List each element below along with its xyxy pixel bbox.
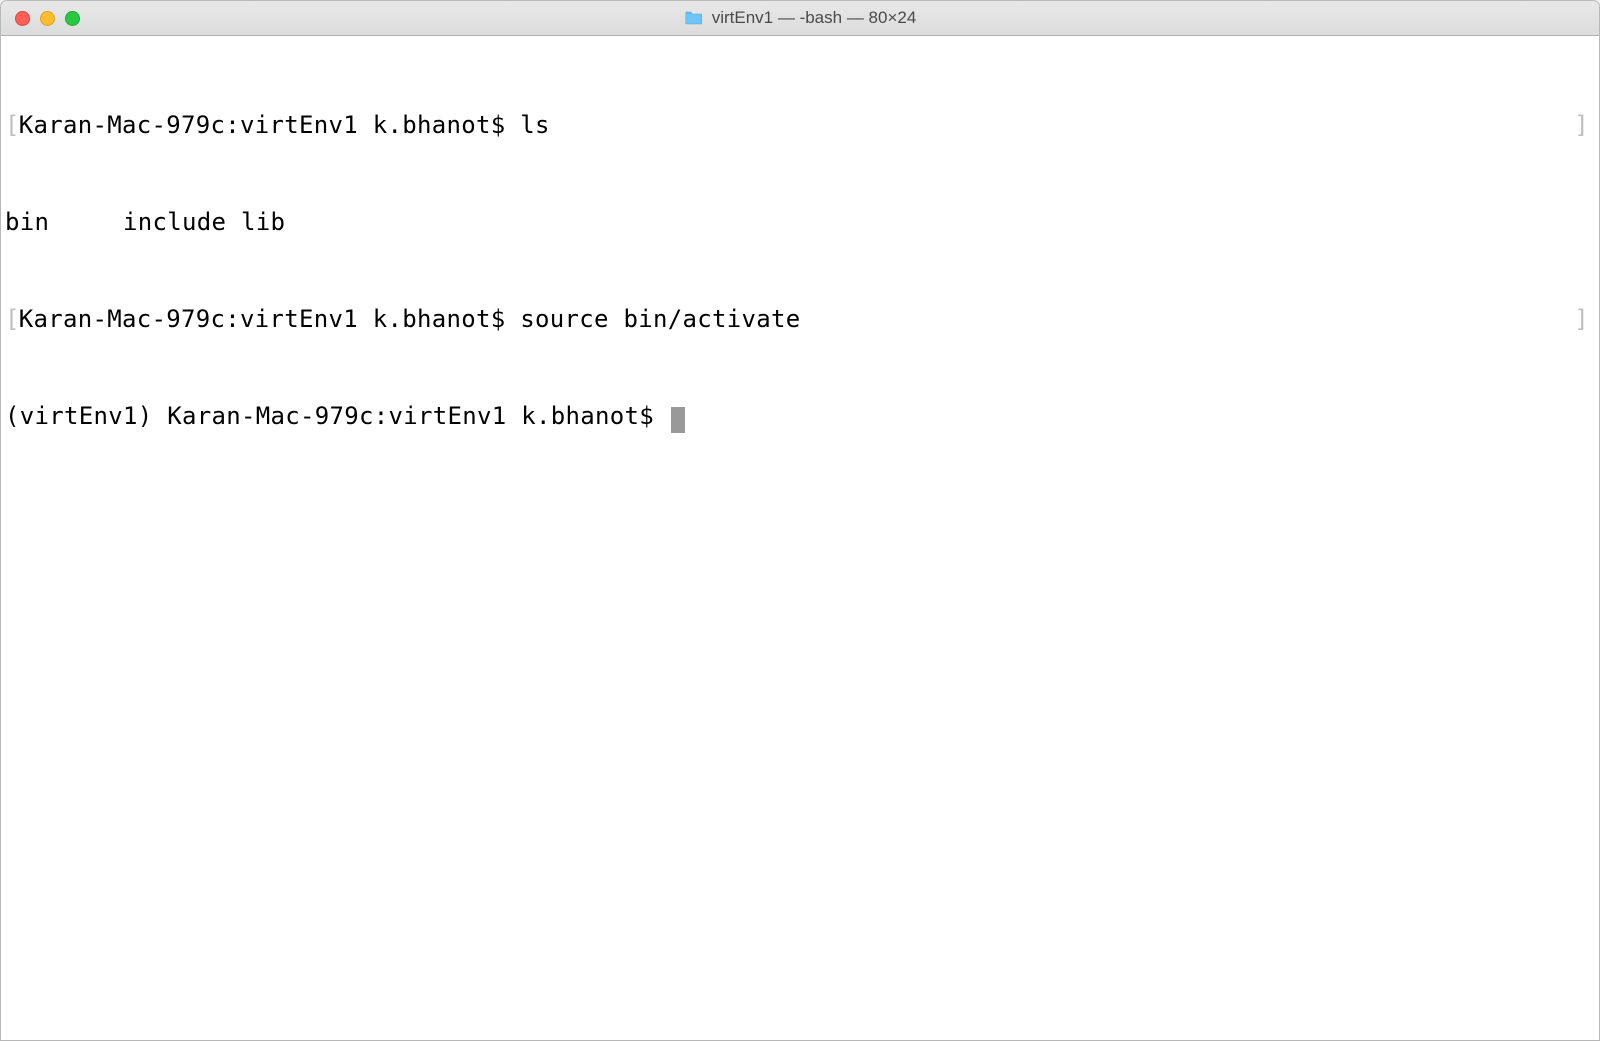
- terminal-line: (virtEnv1) Karan-Mac-979c:virtEnv1 k.bha…: [5, 400, 1595, 432]
- shell-prompt: Karan-Mac-979c:virtEnv1 k.bhanot$: [19, 305, 520, 333]
- terminal-line: [Karan-Mac-979c:virtEnv1 k.bhanot$ ls]: [5, 109, 1595, 141]
- window-title-area: virtEnv1 — -bash — 80×24: [684, 8, 917, 28]
- shell-prompt: Karan-Mac-979c:virtEnv1 k.bhanot$: [19, 111, 520, 139]
- terminal-content[interactable]: [Karan-Mac-979c:virtEnv1 k.bhanot$ ls] b…: [1, 36, 1599, 1040]
- window-title: virtEnv1 — -bash — 80×24: [712, 8, 917, 28]
- command-text: ls: [520, 111, 550, 139]
- command-text: source bin/activate: [520, 305, 800, 333]
- bracket-close-icon: ]: [1574, 303, 1589, 335]
- maximize-button[interactable]: [65, 11, 80, 26]
- terminal-line: bin include lib: [5, 206, 1595, 238]
- shell-prompt: (virtEnv1) Karan-Mac-979c:virtEnv1 k.bha…: [5, 402, 669, 430]
- bracket-open-icon: [: [5, 305, 20, 333]
- command-output: bin include lib: [5, 208, 285, 236]
- close-button[interactable]: [15, 11, 30, 26]
- window-titlebar[interactable]: virtEnv1 — -bash — 80×24: [1, 1, 1599, 36]
- traffic-lights: [1, 11, 80, 26]
- bracket-open-icon: [: [5, 111, 20, 139]
- folder-icon: [684, 10, 704, 26]
- minimize-button[interactable]: [40, 11, 55, 26]
- terminal-line: [Karan-Mac-979c:virtEnv1 k.bhanot$ sourc…: [5, 303, 1595, 335]
- terminal-window: virtEnv1 — -bash — 80×24 [Karan-Mac-979c…: [0, 0, 1600, 1041]
- cursor-icon: [671, 407, 685, 433]
- bracket-close-icon: ]: [1574, 109, 1589, 141]
